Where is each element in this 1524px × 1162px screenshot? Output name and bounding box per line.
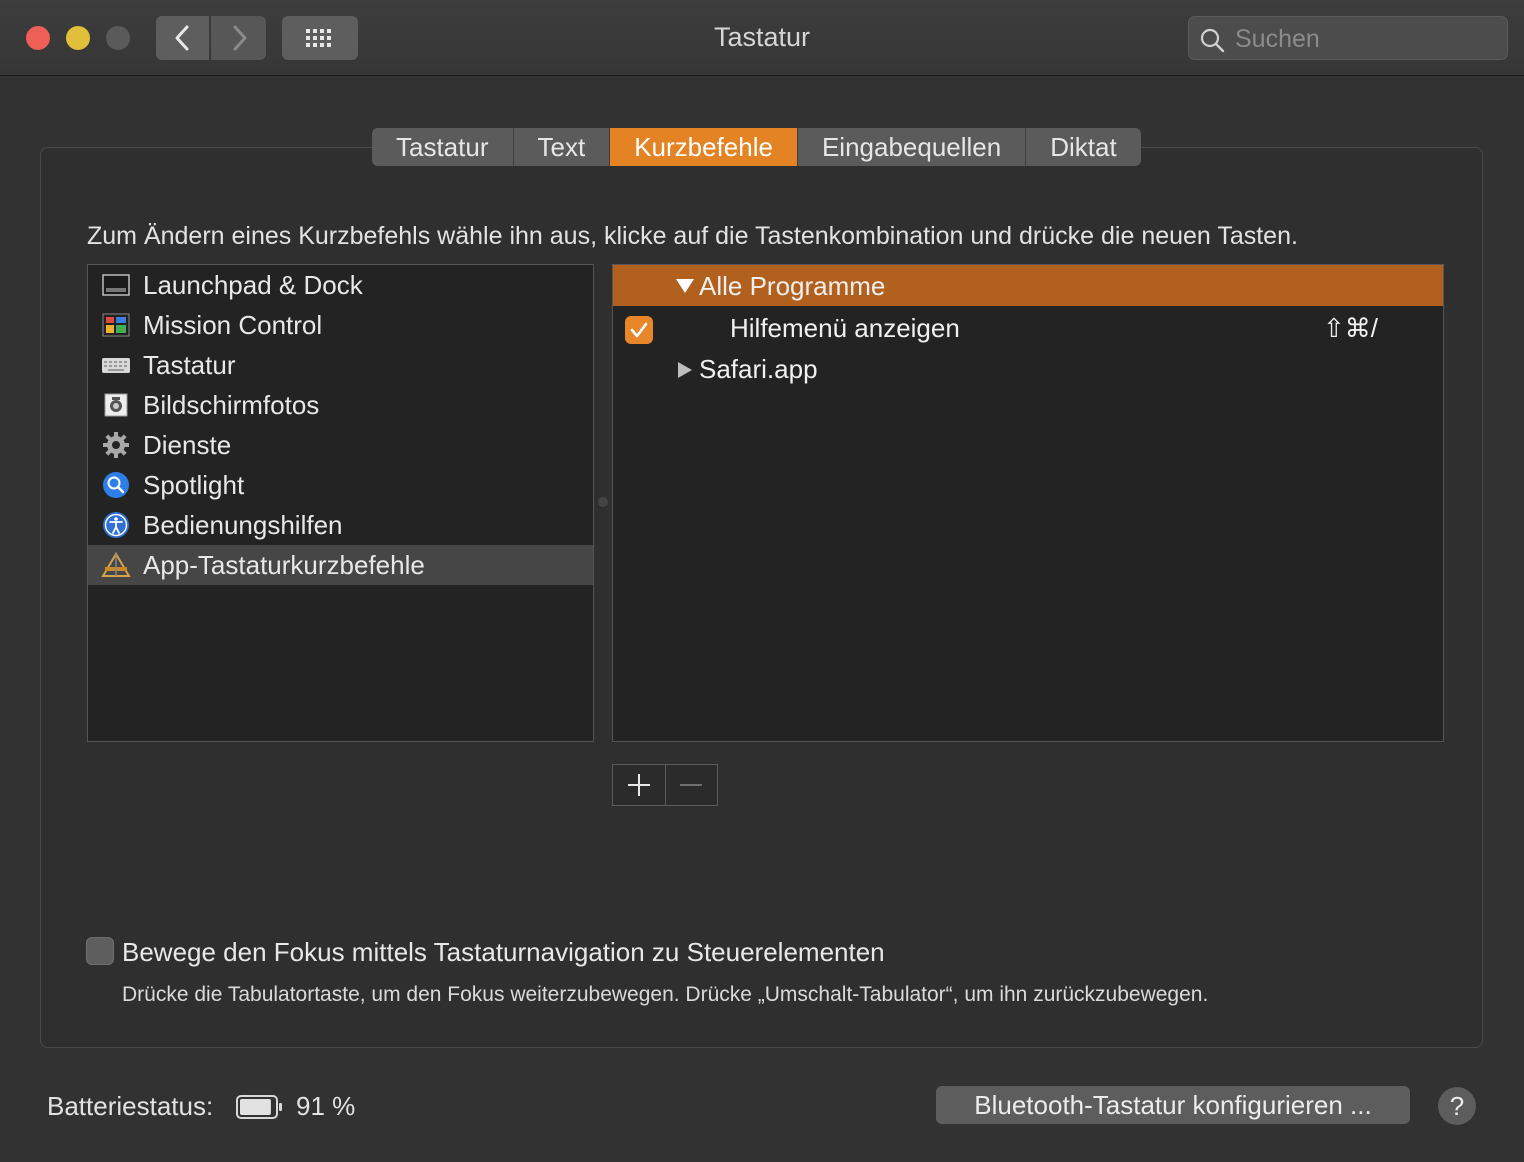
battery-label: Batteriestatus: (47, 1091, 214, 1121)
category-item-tastatur[interactable]: Tastatur (88, 345, 593, 385)
category-item-mission-control[interactable]: Mission Control (88, 305, 593, 345)
category-list: Launchpad & Dock Mission Control Tastatu… (87, 264, 594, 742)
shortcut-checkbox[interactable] (625, 316, 653, 344)
category-label: Bildschirmfotos (143, 389, 320, 420)
category-label: App-Tastaturkurzbefehle (143, 549, 425, 580)
category-label: Tastatur (143, 349, 236, 380)
category-item-spotlight[interactable]: Spotlight (88, 465, 593, 505)
group-label: Alle Programme (699, 271, 886, 301)
category-label: Bedienungshilfen (143, 509, 343, 540)
split-divider[interactable] (598, 497, 608, 507)
category-label: Mission Control (143, 309, 323, 340)
minus-icon (680, 784, 703, 786)
focus-checkbox-label[interactable]: Bewege den Fokus mittels Tastaturnavigat… (122, 937, 885, 968)
search-input[interactable] (1233, 17, 1497, 61)
accessibility-icon (101, 510, 131, 540)
keyboard-icon (101, 350, 131, 380)
screenshot-icon (101, 390, 131, 420)
category-item-dienste[interactable]: Dienste (88, 425, 593, 465)
category-label: Launchpad & Dock (143, 269, 363, 300)
shortcut-label[interactable]: Hilfemenü anzeigen (730, 313, 960, 344)
search-icon (1200, 28, 1225, 53)
shortcut-list: Alle Programme Hilfemenü anzeigen ⇧⌘/ Sa… (612, 264, 1444, 742)
disclosure-collapsed-icon[interactable] (677, 361, 693, 379)
gear-icon (101, 430, 131, 460)
group-row-all-programs[interactable]: Alle Programme (613, 265, 1443, 306)
mission-control-icon (101, 310, 131, 340)
title-bar: Tastatur (0, 0, 1524, 76)
tab-text[interactable]: Text (513, 128, 611, 166)
group-row-safari[interactable]: Safari.app (613, 349, 1443, 389)
search-field[interactable] (1188, 16, 1508, 61)
focus-hint-text: Drücke die Tabulatortaste, um den Fokus … (122, 983, 1209, 1006)
launchpad-icon (101, 270, 131, 300)
tab-tastatur[interactable]: Tastatur (372, 128, 514, 166)
category-label: Dienste (143, 429, 232, 460)
disclosure-expanded-icon[interactable] (675, 278, 695, 294)
help-button[interactable]: ? (1438, 1087, 1476, 1125)
battery-value: 91 % (296, 1091, 356, 1121)
shortcut-keys[interactable]: ⇧⌘/ (1323, 313, 1378, 344)
app-shortcuts-icon (101, 550, 131, 580)
tab-bar: Tastatur Text Kurzbefehle Eingabequellen… (372, 128, 1141, 166)
bluetooth-keyboard-button[interactable]: Bluetooth-Tastatur konfigurieren ... (936, 1086, 1410, 1124)
focus-checkbox[interactable] (86, 937, 114, 965)
category-item-app-shortcuts[interactable]: App-Tastaturkurzbefehle (88, 545, 593, 585)
plus-icon (627, 774, 650, 796)
category-item-bildschirmfotos[interactable]: Bildschirmfotos (88, 385, 593, 425)
category-label: Spotlight (143, 469, 245, 500)
tab-kurzbefehle[interactable]: Kurzbefehle (610, 128, 798, 166)
spotlight-icon (101, 470, 131, 500)
remove-button[interactable] (666, 765, 718, 805)
tab-diktat[interactable]: Diktat (1026, 128, 1141, 166)
add-remove-control (612, 764, 718, 806)
add-button[interactable] (613, 765, 666, 805)
battery-icon (236, 1095, 282, 1119)
group-label: Safari.app (699, 354, 818, 384)
checkmark-icon (630, 322, 648, 338)
category-item-bedienungshilfen[interactable]: Bedienungshilfen (88, 505, 593, 545)
category-item-launchpad[interactable]: Launchpad & Dock (88, 265, 593, 305)
tab-eingabequellen[interactable]: Eingabequellen (797, 128, 1027, 166)
instruction-text: Zum Ändern eines Kurzbefehls wähle ihn a… (87, 222, 1298, 250)
